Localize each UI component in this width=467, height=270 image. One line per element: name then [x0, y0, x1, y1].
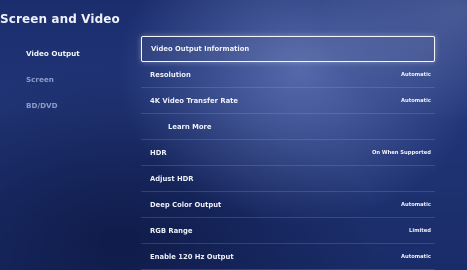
row-value: On When Supported — [371, 149, 431, 156]
row-label: RGB Range — [150, 226, 193, 235]
adjust-hdr-row[interactable]: Adjust HDR — [141, 166, 435, 192]
row-label: Adjust HDR — [150, 174, 194, 183]
rgb-range-row[interactable]: RGB Range Limited — [141, 218, 435, 244]
resolution-row[interactable]: Resolution Automatic — [141, 62, 435, 88]
video-output-information-row[interactable]: Video Output Information — [141, 36, 435, 62]
row-value: Automatic — [401, 201, 431, 208]
learn-more-row[interactable]: Learn More — [141, 114, 435, 140]
row-label: HDR — [150, 148, 167, 157]
row-label: Deep Color Output — [150, 200, 222, 209]
row-value: Automatic — [401, 253, 431, 260]
settings-list: Video Output Information Resolution Auto… — [141, 36, 435, 270]
row-value: Limited — [409, 227, 431, 234]
sidebar-item-video-output[interactable]: Video Output — [26, 48, 126, 74]
row-label: 4K Video Transfer Rate — [150, 96, 239, 105]
4k-video-transfer-rate-row[interactable]: 4K Video Transfer Rate Automatic — [141, 88, 435, 114]
row-label: Resolution — [150, 70, 191, 79]
row-value: Automatic — [401, 97, 431, 104]
row-label: Learn More — [168, 122, 212, 131]
page-title: Screen and Video — [0, 12, 120, 26]
deep-color-output-row[interactable]: Deep Color Output Automatic — [141, 192, 435, 218]
row-value: Automatic — [401, 71, 431, 78]
hdr-row[interactable]: HDR On When Supported — [141, 140, 435, 166]
row-label: Video Output Information — [151, 45, 250, 53]
row-label: Enable 120 Hz Output — [150, 252, 234, 261]
sidebar-item-screen[interactable]: Screen — [26, 74, 126, 100]
sidebar: Video Output Screen BD/DVD — [26, 48, 126, 126]
sidebar-item-bd-dvd[interactable]: BD/DVD — [26, 100, 126, 126]
enable-120hz-output-row[interactable]: Enable 120 Hz Output Automatic — [141, 244, 435, 270]
